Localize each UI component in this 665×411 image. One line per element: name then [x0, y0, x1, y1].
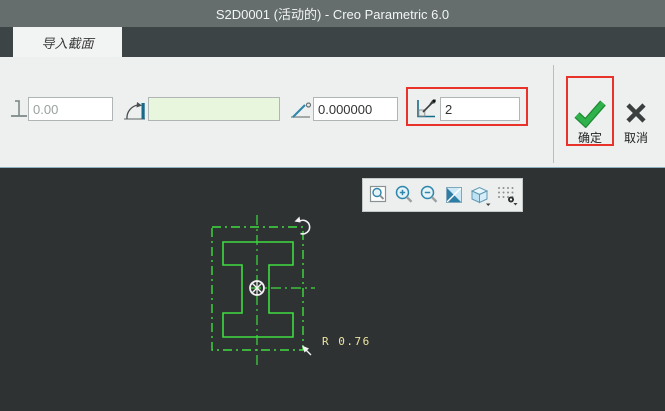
- view-toolbar: [362, 178, 523, 212]
- perpendicular-offset-icon: [9, 97, 29, 121]
- ok-button[interactable]: 确定: [568, 98, 612, 156]
- ok-label: 确定: [578, 131, 602, 145]
- cancel-label: 取消: [624, 131, 648, 145]
- toolbar-separator: [553, 65, 554, 163]
- cancel-x-icon: [618, 98, 654, 128]
- angle-icon: [289, 99, 313, 121]
- offset-input[interactable]: [28, 97, 113, 121]
- repaint-icon[interactable]: [443, 182, 465, 208]
- rotation-reference-input[interactable]: [148, 97, 280, 121]
- import-section-dashboard: 确定 取消: [0, 57, 665, 168]
- tab-label: 导入截面: [41, 33, 93, 52]
- zoom-out-icon[interactable]: [418, 182, 440, 208]
- radius-dimension-label: R 0.76: [322, 335, 371, 348]
- imported-section-sketch: [0, 168, 665, 411]
- datum-display-icon[interactable]: [495, 182, 519, 208]
- rotate-handle[interactable]: [295, 217, 310, 234]
- angle-input[interactable]: [313, 97, 398, 121]
- display-style-icon[interactable]: [468, 182, 492, 208]
- tab-import-section[interactable]: 导入截面: [13, 27, 122, 57]
- window-title: S2D0001 (活动的) - Creo Parametric 6.0: [216, 4, 449, 23]
- scale-input[interactable]: [440, 97, 520, 121]
- zoom-box-icon[interactable]: [368, 182, 390, 208]
- zoom-in-icon[interactable]: [393, 182, 415, 208]
- ribbon-tab-row: 导入截面: [0, 27, 665, 57]
- creo-window: S2D0001 (活动的) - Creo Parametric 6.0 导入截面: [0, 0, 665, 411]
- scale-icon: [414, 95, 438, 120]
- graphics-area[interactable]: R 0.76: [0, 168, 665, 411]
- cancel-button[interactable]: 取消: [614, 98, 658, 156]
- rotate-reference-icon: [122, 95, 148, 123]
- ok-check-icon: [572, 98, 608, 128]
- window-titlebar: S2D0001 (活动的) - Creo Parametric 6.0: [0, 0, 665, 27]
